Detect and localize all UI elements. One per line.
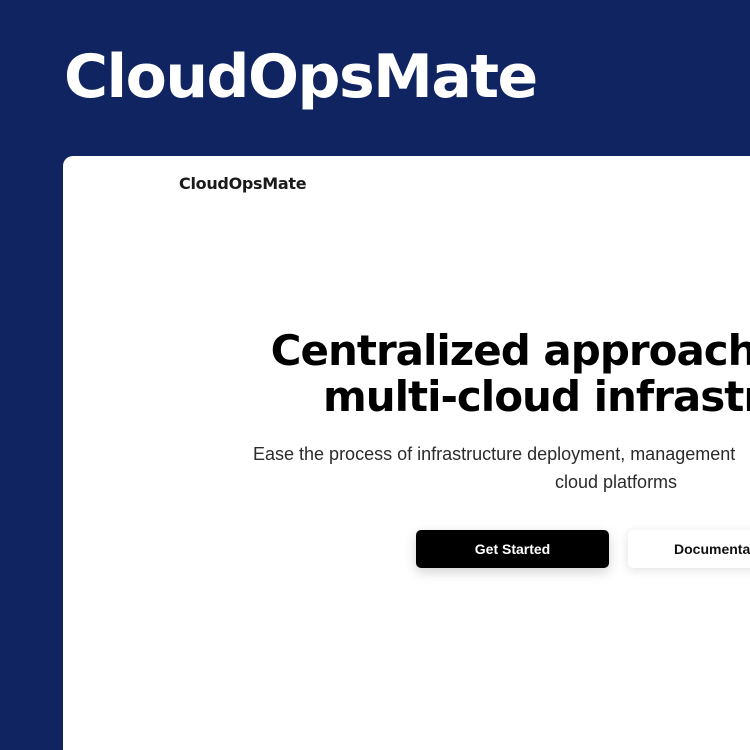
subheadline-line-2: cloud platforms — [555, 472, 678, 492]
site-logo[interactable]: CloudOpsMate — [179, 174, 307, 193]
headline-line-2: multi-cloud infrastr — [322, 372, 750, 421]
website-preview: CloudOpsMate Centralized approach fo mul… — [63, 156, 750, 750]
page-headline: Centralized approach fo multi-cloud infr… — [63, 328, 750, 420]
hero-brand-title: CloudOpsMate — [64, 42, 538, 112]
get-started-button[interactable]: Get Started — [416, 530, 609, 568]
page-subheadline: Ease the process of infrastructure deplo… — [253, 440, 750, 496]
documentation-button[interactable]: Documenta — [628, 530, 750, 568]
headline-line-1: Centralized approach fo — [270, 326, 750, 375]
subheadline-line-1: Ease the process of infrastructure deplo… — [253, 444, 736, 464]
